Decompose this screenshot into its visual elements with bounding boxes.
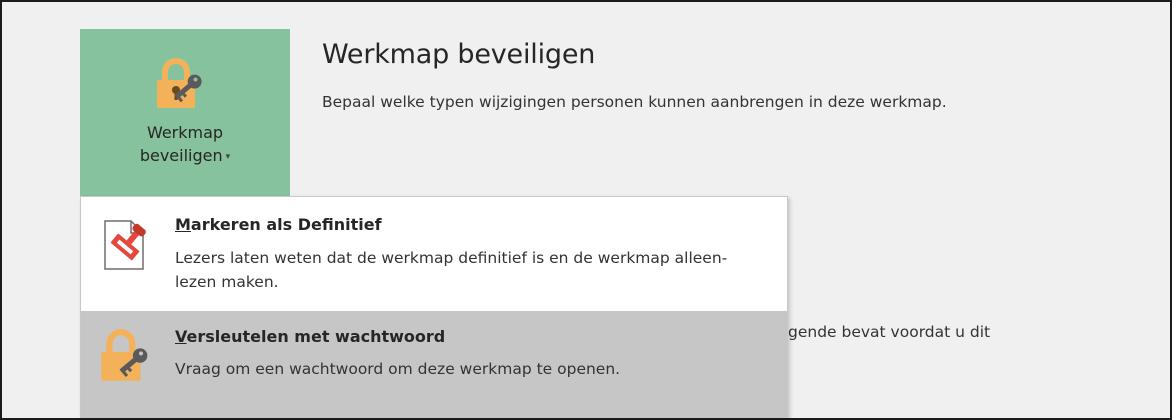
menu-item-encrypt-description: Vraag om een wachtwoord om deze werkmap … [175,360,621,378]
protect-workbook-label: Werkmap beveiligen ▾ [80,121,290,169]
lock-key-icon [101,329,148,381]
menu-item-mark-as-final[interactable]: Markeren als Definitief Lezers laten wet… [81,197,787,311]
menu-item-mark-as-final-description: Lezers laten weten dat de werkmap defini… [175,249,728,291]
menu-item-encrypt-with-password[interactable]: Versleutelen met wachtwoord Vraag om een… [81,311,787,418]
obscured-info-text: gende bevat voordat u dit [788,323,991,341]
mark-final-stamp-icon [104,220,146,270]
protect-workbook-label-line1: Werkmap [146,123,224,142]
menu-item-title-rest: arkeren als Definitief [190,215,382,234]
protect-workbook-button[interactable]: Werkmap beveiligen ▾ [80,29,290,197]
menu-item-title-rest: ersleutelen met wachtwoord [186,327,446,346]
protect-workbook-menu: Markeren als Definitief Lezers laten wet… [80,196,788,418]
menu-item-mnemonic: V [175,327,187,346]
lock-key-icon [157,58,202,108]
menu-item-encrypt-title: Versleutelen met wachtwoord [175,327,445,346]
section-description: Bepaal welke typen wijzigingen personen … [322,93,947,111]
backstage-info-pane: Werkmap beveiligen ▾ Werkmap beveiligen B… [0,0,1172,420]
chevron-down-icon: ▾ [225,152,231,162]
menu-item-mark-as-final-title: Markeren als Definitief [175,215,382,234]
section-title: Werkmap beveiligen [322,39,596,70]
protect-workbook-label-line2: beveiligen [139,146,223,165]
menu-item-mnemonic: M [175,215,191,234]
